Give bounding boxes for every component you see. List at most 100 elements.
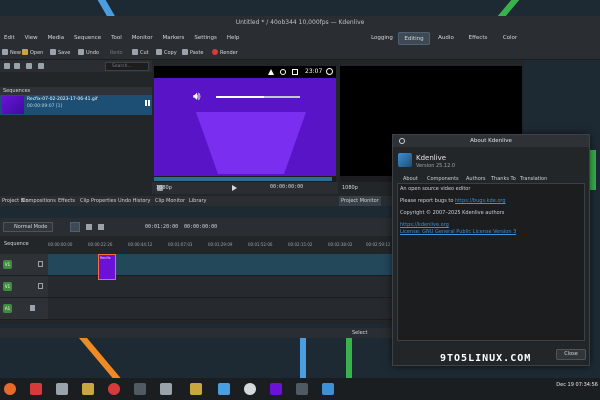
clip-monitor-resolution[interactable]: 1080p — [156, 185, 172, 191]
redo-button[interactable]: Redo — [110, 48, 123, 58]
undo-button[interactable]: Undo — [78, 48, 99, 58]
app-icon-purple[interactable] — [270, 383, 282, 395]
menu-settings[interactable]: Settings — [190, 30, 221, 46]
ruler-tick: 00:00:22:26 — [88, 242, 113, 247]
track-header-v2[interactable]: V1 — [0, 254, 48, 276]
app-icon-blue[interactable] — [218, 383, 230, 395]
play-button[interactable] — [232, 185, 237, 191]
undo-icon — [78, 49, 84, 55]
lock-icon[interactable] — [38, 283, 43, 289]
menu-help[interactable]: Help — [223, 30, 244, 46]
render-icon — [212, 49, 218, 55]
menu-edit[interactable]: Edit — [0, 30, 19, 46]
folder-icon[interactable] — [82, 383, 94, 395]
track-header-a1[interactable]: A1 — [0, 298, 48, 320]
tab-library[interactable]: Library — [189, 196, 206, 206]
paste-button[interactable]: Paste — [182, 48, 204, 58]
timeline-duration[interactable]: 00:00:00:00 — [184, 224, 217, 230]
menu-sequence[interactable]: Sequence — [70, 30, 105, 46]
terminal-icon[interactable] — [134, 383, 146, 395]
timeline-status-bar: Select — [0, 328, 398, 338]
battery-icon — [292, 69, 298, 75]
timeline-timecode[interactable]: 00:01:20:00 — [145, 224, 178, 230]
app-icon-gray[interactable] — [296, 383, 308, 395]
project-monitor-resolution[interactable]: 1080p — [342, 185, 358, 191]
bin-folder-header[interactable]: Sequences — [0, 87, 152, 95]
about-tab-authors[interactable]: Authors — [466, 175, 485, 183]
ruler-tick: 00:02:59:12 — [366, 242, 391, 247]
about-tab-translation[interactable]: Translation — [520, 175, 547, 183]
bug-report-link[interactable]: https://bugs.kde.org — [455, 198, 506, 204]
select-tool-icon[interactable] — [70, 222, 80, 232]
bin-menu-icon[interactable] — [14, 63, 20, 69]
clip-duration: 00:00:09:07 [1] — [27, 104, 63, 109]
project-monitor-ruler[interactable] — [340, 176, 392, 182]
tab-compositions[interactable]: Compositions — [22, 196, 56, 206]
window-title: Untitled * / 40ob344 10,000fps — Kdenliv… — [235, 19, 365, 26]
track-header-v1[interactable]: V1 — [0, 276, 48, 298]
license-link[interactable]: License: GNU General Public License Vers… — [400, 229, 516, 235]
app-icon-red-2[interactable] — [108, 383, 120, 395]
timeline-clip[interactable]: Recfix — [98, 254, 116, 280]
ruler-tick: 00:01:29:09 — [208, 242, 233, 247]
menu-monitor[interactable]: Monitor — [128, 30, 157, 46]
menu-view[interactable]: View — [21, 30, 42, 46]
menu-media[interactable]: Media — [44, 30, 69, 46]
steam-icon[interactable] — [244, 383, 256, 395]
folder-icon — [22, 49, 28, 55]
app-icon-yellow[interactable] — [190, 383, 202, 395]
cut-icon — [132, 49, 138, 55]
tab-undo-history[interactable]: Undo History — [118, 196, 150, 206]
workspace-tab-effects[interactable]: Effects — [462, 32, 494, 45]
workspace-tab-editing[interactable]: Editing — [398, 32, 430, 45]
track-label: V1 — [3, 282, 12, 291]
ruler-tick: 00:00:00:00 — [48, 242, 73, 247]
new-icon — [2, 49, 8, 55]
about-tab-about[interactable]: About — [403, 175, 418, 183]
cut-button[interactable]: Cut — [132, 48, 149, 58]
bin-search-input[interactable]: Search... — [105, 62, 149, 71]
new-button[interactable]: New — [2, 48, 21, 58]
speaker-icon[interactable] — [30, 305, 35, 311]
spacer-tool-icon[interactable] — [98, 224, 104, 230]
volume-slider-fill — [216, 96, 264, 98]
workspace-tab-audio[interactable]: Audio — [430, 32, 462, 45]
add-clip-icon[interactable] — [4, 63, 10, 69]
workspace-tab-logging[interactable]: Logging — [366, 32, 398, 45]
sequence-tab[interactable]: Sequence — [4, 241, 29, 247]
about-dialog-title: About Kdenlive — [393, 135, 589, 147]
tag-icon[interactable] — [26, 63, 32, 69]
tab-clip-monitor[interactable]: Clip Monitor — [155, 196, 185, 206]
clip-timecode[interactable]: 00:00:00:00 — [270, 184, 303, 190]
tab-project-monitor[interactable]: Project Monitor — [339, 196, 381, 206]
edit-mode-select[interactable]: Normal Mode — [3, 222, 53, 232]
razor-tool-icon[interactable] — [86, 224, 92, 230]
firefox-icon[interactable] — [4, 383, 16, 395]
save-button[interactable]: Save — [50, 48, 70, 58]
render-button[interactable]: Render — [212, 48, 238, 58]
kdenlive-icon[interactable] — [322, 383, 334, 395]
homepage-link[interactable]: https://kdenlive.org — [400, 222, 449, 228]
screenshot-icon[interactable] — [160, 383, 172, 395]
copy-button[interactable]: Copy — [156, 48, 177, 58]
about-tab-components[interactable]: Components — [427, 175, 459, 183]
file-manager-icon[interactable] — [56, 383, 68, 395]
ruler-tick: 00:02:15:02 — [288, 242, 313, 247]
menu-markers[interactable]: Markers — [159, 30, 189, 46]
app-icon-red[interactable] — [30, 383, 42, 395]
timeline-tracks: V1 V1 A1 — [0, 252, 398, 324]
close-dialog-icon[interactable] — [399, 138, 405, 144]
open-button[interactable]: Open — [22, 48, 43, 58]
track-lane-a1[interactable] — [48, 298, 398, 320]
about-tab-thanks[interactable]: Thanks To — [491, 175, 516, 183]
tab-effects[interactable]: Effects — [58, 196, 75, 206]
workspace-tab-color[interactable]: Color — [494, 32, 526, 45]
tab-clip-properties[interactable]: Clip Properties — [80, 196, 116, 206]
menu-tool[interactable]: Tool — [107, 30, 126, 46]
ruler-tick: 00:01:07:03 — [168, 242, 193, 247]
timeline-ruler[interactable]: Sequence 00:00:00:00 00:00:22:26 00:00:4… — [0, 236, 398, 252]
lock-icon[interactable] — [38, 261, 43, 267]
close-button[interactable]: Close — [556, 349, 586, 360]
system-clock[interactable]: Dec 19 07:34:56 — [548, 382, 598, 396]
filter-icon[interactable] — [38, 63, 44, 69]
